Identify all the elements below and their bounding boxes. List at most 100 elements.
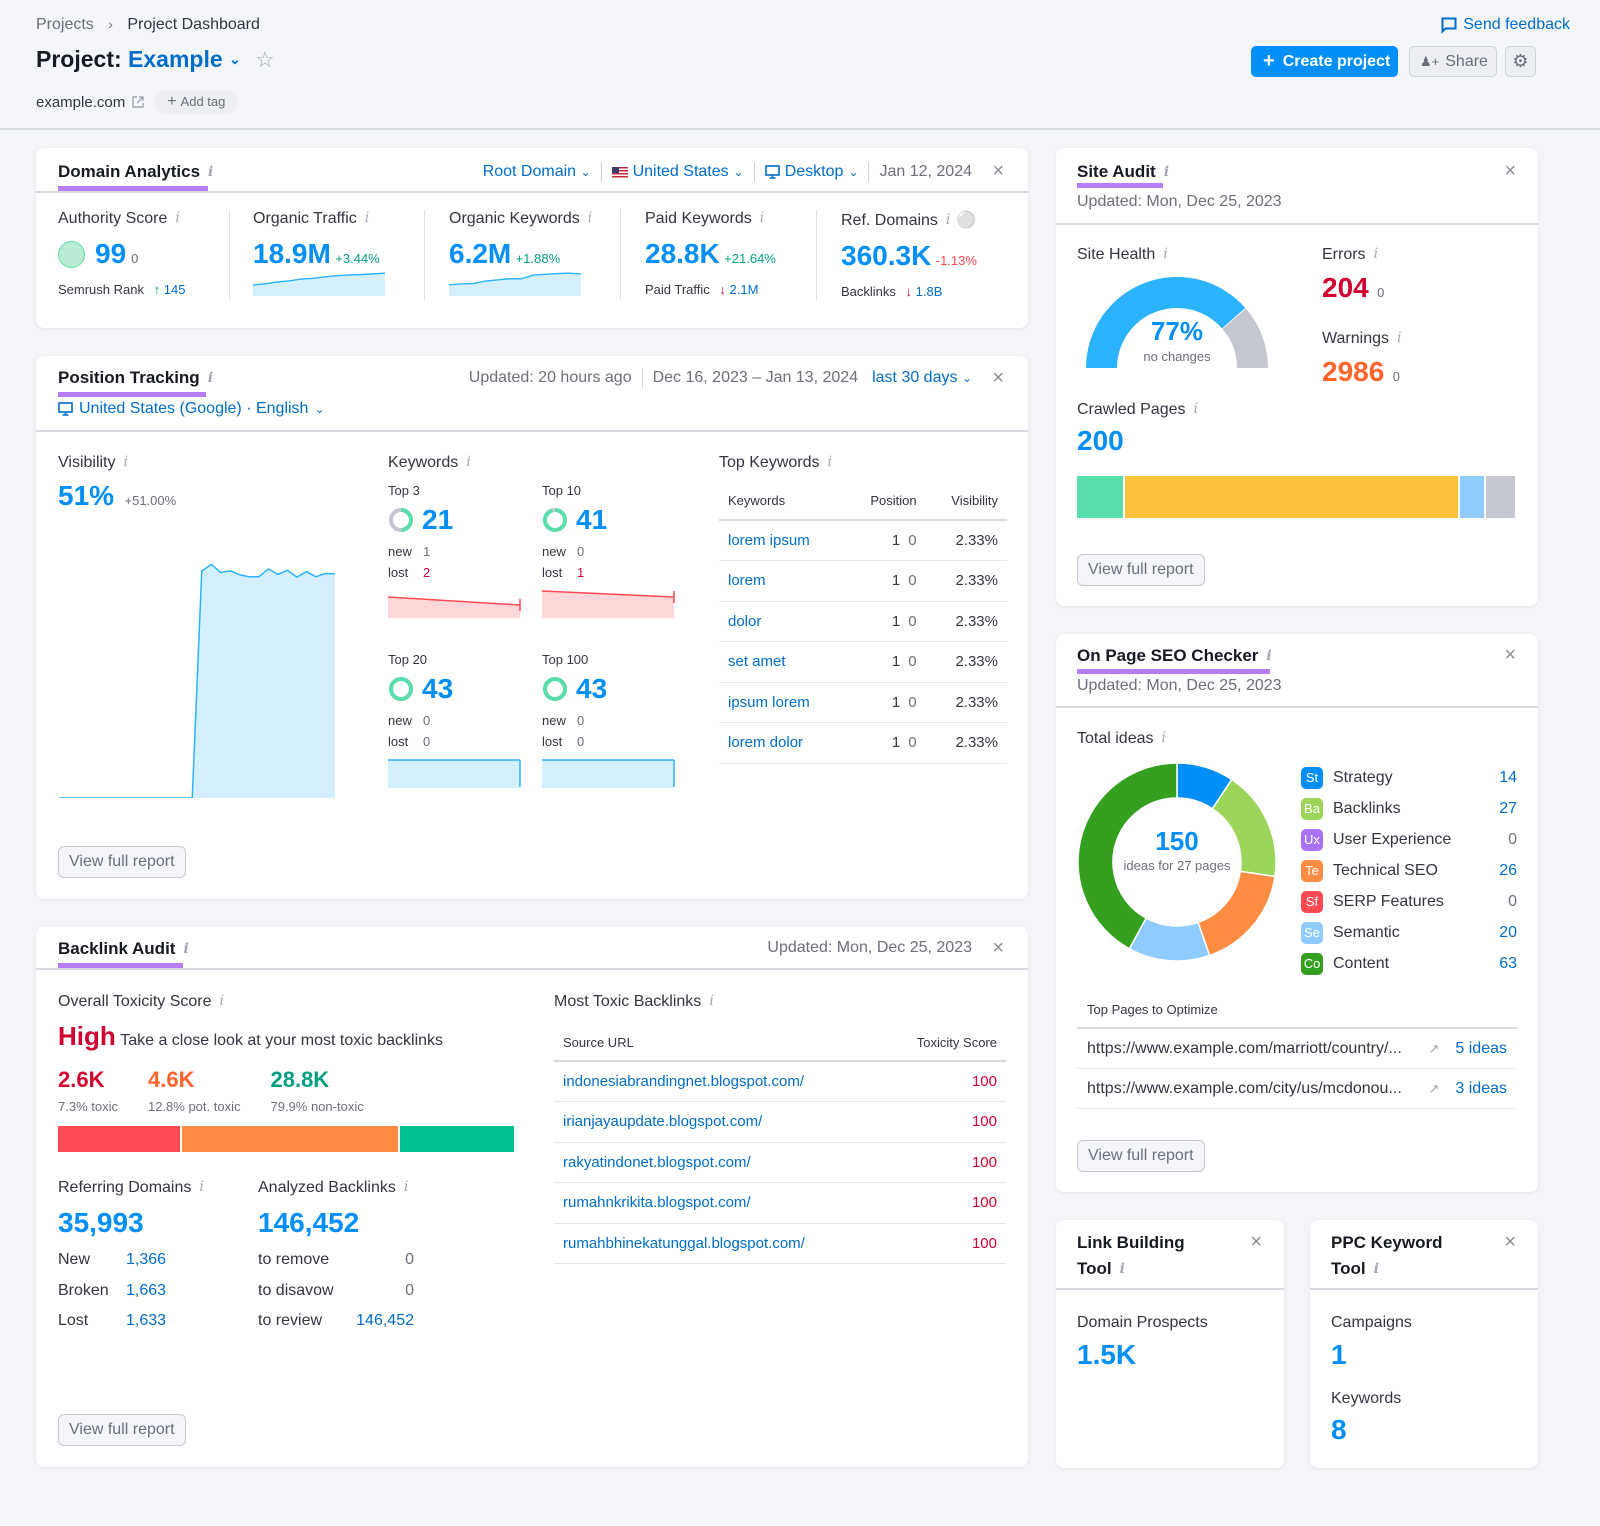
info-icon[interactable]: i [1397, 330, 1401, 346]
errors-value[interactable]: 204 [1322, 272, 1369, 303]
legend-item[interactable]: Te Technical SEO 26 [1301, 855, 1517, 886]
star-icon[interactable]: ☆ [255, 47, 275, 72]
info-icon[interactable]: i [365, 210, 369, 226]
info-icon[interactable]: i [208, 370, 213, 386]
category-value[interactable]: 63 [1499, 955, 1517, 973]
info-icon[interactable]: i [208, 164, 213, 180]
source-url-link[interactable]: rakyatindonet.blogspot.com/ [563, 1154, 751, 1171]
legend-item[interactable]: St Strategy 14 [1301, 762, 1517, 793]
keyword-link[interactable]: lorem ipsum [728, 532, 810, 549]
page-url[interactable]: https://www.example.com/city/us/mcdonou.… [1087, 1080, 1429, 1098]
close-icon[interactable]: × [992, 161, 1004, 181]
row-value[interactable]: 1,366 [126, 1251, 166, 1268]
group-value[interactable]: 43 [422, 673, 453, 705]
info-icon[interactable]: i [1374, 1256, 1379, 1282]
location-dropdown[interactable]: United States (Google) · English ⌄ [58, 400, 325, 418]
period-dropdown[interactable]: last 30 days ⌄ [872, 369, 972, 387]
keywords-value[interactable]: 8 [1331, 1414, 1347, 1446]
info-icon[interactable]: i [199, 1179, 203, 1195]
page-url[interactable]: https://www.example.com/marriott/country… [1087, 1040, 1429, 1058]
country-dropdown[interactable]: United States ⌄ [611, 163, 744, 181]
info-icon[interactable]: i [404, 1179, 408, 1195]
send-feedback-link[interactable]: Send feedback [1441, 16, 1570, 34]
category-value[interactable]: 14 [1499, 769, 1517, 787]
domain-prospects-value[interactable]: 1.5K [1077, 1339, 1136, 1371]
close-icon[interactable]: × [992, 368, 1004, 388]
column-header[interactable]: Keywords [719, 482, 847, 520]
external-link-icon[interactable]: ↗ [1429, 1081, 1440, 1097]
category-value[interactable]: 26 [1499, 862, 1517, 880]
view-full-report-button[interactable]: View full report [58, 1414, 186, 1446]
warnings-value[interactable]: 2986 [1322, 356, 1384, 387]
info-icon[interactable]: i [760, 210, 764, 226]
info-icon[interactable]: i [588, 210, 592, 226]
category-value[interactable]: 20 [1499, 924, 1517, 942]
ideas-link[interactable]: 3 ideas [1455, 1080, 1507, 1098]
info-icon[interactable]: i [709, 993, 713, 1009]
keyword-link[interactable]: ipsum lorem [728, 694, 810, 711]
project-selector[interactable]: Example ⌄ [128, 46, 247, 72]
info-icon[interactable]: i [828, 454, 832, 470]
device-dropdown[interactable]: Desktop ⌄ [764, 163, 858, 181]
group-value[interactable]: 43 [576, 673, 607, 705]
crawl-segment-redirected[interactable] [1459, 476, 1485, 518]
info-icon[interactable]: i [175, 210, 179, 226]
keyword-link[interactable]: dolor [728, 613, 761, 630]
group-value[interactable]: 21 [422, 504, 453, 536]
legend-item[interactable]: Sf SERP Features 0 [1301, 886, 1517, 917]
crawl-segment-have-issues[interactable] [1125, 476, 1458, 518]
close-icon[interactable]: × [1504, 161, 1516, 181]
row-value[interactable]: 146,452 [356, 1312, 414, 1343]
external-link-icon[interactable]: ↗ [1429, 1041, 1440, 1057]
legend-item[interactable]: Co Content 63 [1301, 948, 1517, 979]
close-icon[interactable]: × [1504, 1232, 1516, 1252]
category-value[interactable]: 27 [1499, 800, 1517, 818]
close-icon[interactable]: × [1250, 1232, 1262, 1252]
source-url-link[interactable]: rumahnkrikita.blogspot.com/ [563, 1194, 751, 1211]
domain-link[interactable]: example.com [36, 94, 125, 111]
ideas-link[interactable]: 5 ideas [1455, 1040, 1507, 1058]
donut-slice-technical-seo[interactable] [1197, 870, 1276, 957]
info-icon[interactable]: i [1266, 648, 1271, 664]
row-value[interactable]: 1,633 [126, 1312, 166, 1329]
info-icon[interactable]: i [946, 212, 950, 228]
legend-item[interactable]: Se Semantic 20 [1301, 917, 1517, 948]
source-url-link[interactable]: irianjayaupdate.blogspot.com/ [563, 1113, 762, 1130]
root-domain-dropdown[interactable]: Root Domain ⌄ [483, 163, 591, 181]
add-tag-button[interactable]: + Add tag [155, 90, 238, 114]
legend-item[interactable]: Ba Backlinks 27 [1301, 793, 1517, 824]
view-full-report-button[interactable]: View full report [1077, 554, 1205, 586]
info-icon[interactable]: i [124, 454, 128, 470]
column-header[interactable]: Toxicity Score [887, 1025, 1006, 1061]
create-project-button[interactable]: + Create project [1251, 46, 1398, 77]
toxicity-value[interactable]: 28.8K [270, 1067, 363, 1093]
breadcrumb-projects[interactable]: Projects [36, 16, 94, 33]
info-icon[interactable]: i [1194, 401, 1198, 417]
campaigns-value[interactable]: 1 [1331, 1339, 1347, 1371]
view-full-report-button[interactable]: View full report [1077, 1140, 1205, 1172]
column-header[interactable]: Source URL [554, 1025, 887, 1061]
group-value[interactable]: 41 [576, 504, 607, 536]
info-icon[interactable]: i [1163, 246, 1167, 262]
toxicity-value[interactable]: 2.6K [58, 1067, 118, 1093]
info-icon[interactable]: i [1164, 164, 1169, 180]
column-header[interactable]: Visibility [929, 482, 1007, 520]
close-icon[interactable]: × [1504, 645, 1516, 665]
row-value[interactable]: 1,663 [126, 1282, 166, 1299]
crawl-segment-blocked[interactable] [1486, 476, 1515, 518]
view-full-report-button[interactable]: View full report [58, 846, 186, 878]
external-link-icon[interactable] [131, 95, 145, 109]
info-icon[interactable]: i [1120, 1256, 1125, 1282]
keyword-link[interactable]: lorem [728, 572, 766, 589]
column-header[interactable]: Position [847, 482, 929, 520]
legend-item[interactable]: Ux User Experience 0 [1301, 824, 1517, 855]
share-button[interactable]: ♟+ Share [1409, 46, 1497, 77]
settings-button[interactable]: ⚙ [1505, 46, 1536, 77]
keyword-link[interactable]: set amet [728, 653, 786, 670]
source-url-link[interactable]: indonesiabrandingnet.blogspot.com/ [563, 1073, 804, 1090]
toxicity-value[interactable]: 4.6K [148, 1067, 241, 1093]
source-url-link[interactable]: rumahbhinekatunggal.blogspot.com/ [563, 1235, 805, 1252]
info-icon[interactable]: i [220, 993, 224, 1009]
info-icon[interactable]: i [1162, 730, 1166, 746]
close-icon[interactable]: × [992, 938, 1004, 958]
